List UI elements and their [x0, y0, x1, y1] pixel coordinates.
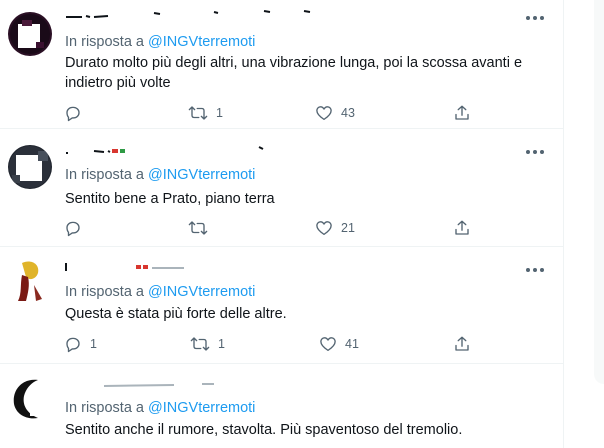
reply-count: 1	[90, 337, 97, 351]
heart-icon	[320, 337, 336, 352]
retweet-count: 1	[218, 337, 225, 351]
tweet-actions: 21	[0, 218, 563, 238]
reply-prefix: In risposta a	[65, 284, 144, 300]
share-upload-icon	[455, 336, 469, 351]
tweet-reply[interactable]: In risposta a @INGVterremoti Sentito anc…	[0, 364, 563, 448]
redacted-user-name[interactable]	[64, 261, 264, 275]
like-count: 43	[341, 106, 355, 120]
share-button[interactable]	[453, 334, 471, 354]
retweet-arrows-icon	[190, 337, 210, 351]
more-options-button[interactable]	[525, 267, 545, 281]
reply-handle-link[interactable]: @INGVterremoti	[148, 284, 255, 300]
heart-icon	[316, 221, 332, 236]
tweet-text: Durato molto più degli altri, una vibraz…	[65, 55, 523, 91]
redacted-user-name[interactable]	[64, 143, 284, 157]
redacted-user-name[interactable]	[64, 378, 284, 392]
right-sidebar	[564, 0, 604, 448]
reply-context: In risposta a @INGVterremoti	[65, 284, 255, 300]
like-button[interactable]: 41	[319, 334, 359, 354]
avatar[interactable]	[8, 12, 52, 56]
like-count: 21	[341, 221, 355, 235]
tweet-text: Sentito bene a Prato, piano terra	[65, 191, 275, 207]
reply-context: In risposta a @INGVterremoti	[65, 167, 255, 183]
share-upload-icon	[455, 105, 469, 120]
reply-prefix: In risposta a	[65, 167, 144, 183]
reply-bubble-icon	[66, 337, 80, 353]
retweet-button[interactable]: 1	[190, 334, 225, 354]
reply-button[interactable]	[64, 103, 90, 123]
reply-bubble-icon	[66, 221, 80, 237]
reply-handle-link[interactable]: @INGVterremoti	[148, 34, 255, 50]
more-horizontal-icon	[526, 16, 544, 20]
more-horizontal-icon	[526, 268, 544, 272]
like-button[interactable]: 43	[315, 103, 355, 123]
avatar[interactable]	[8, 259, 52, 303]
tweet-actions: 1 43	[0, 103, 563, 123]
heart-icon	[316, 106, 332, 121]
avatar[interactable]	[8, 145, 52, 189]
like-button[interactable]: 21	[315, 218, 355, 238]
reply-bubble-icon	[66, 106, 80, 122]
avatar[interactable]	[8, 376, 52, 420]
share-button[interactable]	[453, 218, 471, 238]
retweet-count: 1	[216, 106, 223, 120]
sidebar-card	[594, 0, 604, 384]
reply-prefix: In risposta a	[65, 400, 144, 416]
reply-button[interactable]: 1	[64, 334, 97, 354]
more-horizontal-icon	[526, 150, 544, 154]
tweet-reply[interactable]: In risposta a @INGVterremoti Questa è st…	[0, 247, 563, 364]
more-options-button[interactable]	[525, 149, 545, 163]
tweet-text: Questa è stata più forte delle altre.	[65, 306, 287, 322]
reply-button[interactable]	[64, 218, 90, 238]
reply-context: In risposta a @INGVterremoti	[65, 34, 255, 50]
share-button[interactable]	[453, 103, 471, 123]
like-count: 41	[345, 337, 359, 351]
share-upload-icon	[455, 220, 469, 235]
retweet-arrows-icon	[188, 106, 208, 120]
tweet-actions: 1 1 41	[0, 334, 563, 354]
reply-context: In risposta a @INGVterremoti	[65, 400, 255, 416]
retweet-button[interactable]	[188, 218, 216, 238]
more-options-button[interactable]	[525, 15, 545, 29]
reply-prefix: In risposta a	[65, 34, 144, 50]
retweet-button[interactable]: 1	[188, 103, 223, 123]
redacted-user-name[interactable]	[64, 8, 324, 20]
tweet-reply[interactable]: In risposta a @INGVterremoti Sentito ben…	[0, 129, 563, 247]
tweet-reply[interactable]: In risposta a @INGVterremoti Durato molt…	[0, 0, 563, 129]
tweet-text: Sentito anche il rumore, stavolta. Più s…	[65, 422, 463, 438]
replies-timeline: In risposta a @INGVterremoti Durato molt…	[0, 0, 564, 448]
reply-handle-link[interactable]: @INGVterremoti	[148, 167, 255, 183]
retweet-arrows-icon	[188, 221, 208, 235]
reply-handle-link[interactable]: @INGVterremoti	[148, 400, 255, 416]
